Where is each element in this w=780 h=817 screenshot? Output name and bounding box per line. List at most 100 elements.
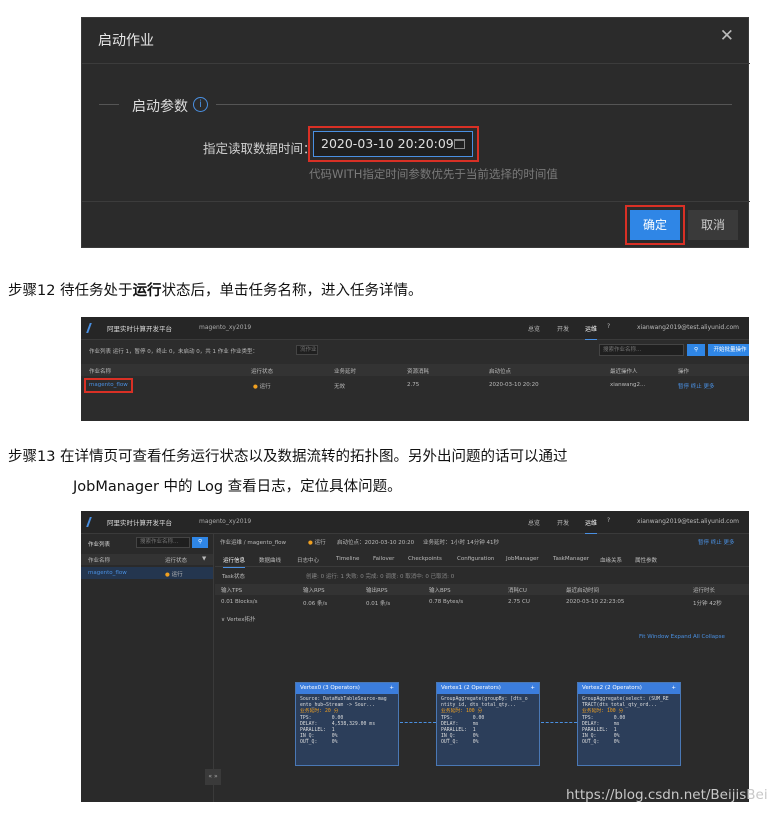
side-job-status: ● 运行 [165,572,183,578]
topology-controls[interactable]: Fit Window Expand All Collapse [639,634,725,640]
header-actions[interactable]: 暂停 终止 更多 [698,538,735,546]
nav-ops[interactable]: 运维 [585,324,598,340]
col-actions: 操作 [678,369,690,375]
info-icon[interactable]: i [193,97,208,112]
tab-failover[interactable]: Failover [373,556,394,562]
vertex2-lag: 业务延时: 100 分 [582,709,624,715]
metric-head: 消耗CU [508,588,527,594]
help-icon[interactable]: ? [607,323,610,330]
search-button[interactable]: ⚲ [192,537,208,548]
batch-button[interactable]: 开始批量操作 [708,344,749,356]
metrics-header: 输入TPS 输入RPS 输出RPS 输入BPS 消耗CU 最近启动时间 运行时长 [215,584,749,595]
biz-delay: 业务延时：1小时 14分钟 41秒 [423,540,499,546]
collapse-toggle[interactable]: « » [205,769,221,785]
side-col-status: 运行状态 [165,558,188,564]
metric-value: 2.75 CU [508,599,530,605]
tab-timeline[interactable]: Timeline [336,556,359,562]
vertex0-node[interactable]: Vertex0 (3 Operators) + Source: DataHubTa… [295,682,399,766]
section-title: 启动参数 [132,99,188,115]
user-account[interactable]: xianwang2019@test.aliyunid.com [637,518,739,525]
tab-lineage[interactable]: 血缘关系 [600,556,622,564]
side-job-name[interactable]: magento_flow [88,570,127,576]
dialog-title: 启动作业 [98,33,154,49]
project-name[interactable]: magento_xy2019 [199,324,251,331]
hint-text: 代码WITH指定时间参数优先于当前选择的时间值 [309,167,558,181]
tab-data-curve[interactable]: 数据曲线 [259,556,281,564]
metric-value: 2020-03-10 22:23:05 [566,599,625,605]
vertex1-title: Vertex1 (2 Operators) + [437,683,539,694]
metric-head: 输入RPS [303,588,325,594]
tab-properties[interactable]: 属性参数 [635,556,657,564]
vertex1-node[interactable]: Vertex1 (2 Operators) + GroupAggregate(gr… [436,682,540,766]
metric-value: 1分钟 42秒 [693,601,722,607]
help-icon[interactable]: ? [607,517,610,524]
watermark: https://blog.csdn.net/BeijisBei [566,787,768,803]
col-status: 运行状态 [251,369,274,375]
status-badge: ● 运行 [253,384,271,390]
start-time-input[interactable]: 2020-03-10 20:20:09 [313,131,473,157]
search-button[interactable]: ⚲ [687,344,705,356]
tab-jobmanager[interactable]: JobManager [506,556,539,562]
user-account[interactable]: xianwang2019@test.aliyunid.com [637,324,739,331]
vertex0-source: Source: DataHubTableSource-mag ento_hub→… [300,697,387,709]
list-item[interactable]: magento_flow ● 运行 [81,567,213,579]
top-bar: 阿里实时计算开发平台 magento_xy2019 总览 开发 运维 ? xia… [81,511,749,534]
vertex2-source: GroupAggregate(select: (SUM_RE TRACT(dts… [582,697,669,709]
vertex1-lag: 业务延时: 100 分 [441,709,483,715]
breadcrumb[interactable]: 作业运维 / magento_flow [220,538,286,546]
tab-log-center[interactable]: 日志中心 [297,556,319,564]
nav-develop[interactable]: 开发 [557,518,569,527]
topology-title-text: Vertex拓扑 [226,617,256,623]
confirm-button[interactable]: 确定 [630,210,680,240]
job-list-screenshot: 阿里实时计算开发平台 magento_xy2019 总览 开发 运维 ? xia… [81,317,749,421]
status-text: 运行 [314,540,326,546]
col-name: 作业名称 [89,369,112,375]
status-badge: ● 运行 [308,540,326,546]
top-bar: 阿里实时计算开发平台 magento_xy2019 总览 开发 运维 ? xia… [81,317,749,340]
job-name-link[interactable]: magento_flow [89,382,128,388]
job-type-select[interactable]: 流作业 [296,345,318,355]
nav-overview[interactable]: 总览 [528,518,540,527]
metric-value: 0.01 Blocks/s [221,599,258,605]
cancel-button[interactable]: 取消 [688,210,738,240]
nav-ops[interactable]: 运维 [585,518,598,534]
expand-icon[interactable]: + [671,683,680,694]
vertex1-stats: TPS: 0.00 DELAY: ms PARALLEL: 1 IN_Q: 0%… [441,715,485,746]
sidebar-title: 作业列表 [88,542,111,548]
vertex2-title-text: Vertex2 (2 Operators) [582,685,642,691]
tab-taskmanager[interactable]: TaskManager [553,556,589,562]
metric-value: 0.01 条/s [366,601,391,607]
row-actions[interactable]: 暂停 终止 更多 [678,382,715,390]
status-text: 运行 [259,384,271,390]
task-counts: 创建: 0 运行: 1 失败: 0 完成: 0 调度: 0 取消中: 0 已取消… [306,574,455,580]
tab-configuration[interactable]: Configuration [457,556,494,562]
nav-develop[interactable]: 开发 [557,324,569,333]
vertex0-title: Vertex0 (3 Operators) + [296,683,398,694]
topology-title[interactable]: ∨ Vertex拓扑 [221,615,255,623]
vertex0-stats: TPS: 0.00 DELAY: 4,538,329.00 ms PARALLE… [300,715,376,746]
col-start: 启动位点 [489,369,512,375]
start-time-label: 指定读取数据时间： [203,141,316,156]
vertex1-title-text: Vertex1 (2 Operators) [441,685,501,691]
close-icon[interactable]: ✕ [720,26,734,46]
operator-value: xianwang2... [610,382,646,388]
nav-overview[interactable]: 总览 [528,324,540,333]
project-name[interactable]: magento_xy2019 [199,518,251,525]
tab-run-info[interactable]: 运行信息 [223,556,246,568]
task-status-label: Task状态 [222,574,245,580]
filter-icon[interactable]: ▼ [202,556,206,562]
vertex2-body: GroupAggregate(select: (SUM_RE TRACT(dts… [578,694,680,750]
metric-head: 最近启动时间 [566,588,600,594]
filter-summary: 作业列表 运行 1，暂停 0，终止 0，未启动 0，共 1 作业 作业类型： [89,349,258,355]
edge-line [541,722,577,723]
logo-icon [86,323,102,333]
calendar-icon[interactable] [454,139,465,149]
step-12-text: 步骤12 待任务处于运行状态后，单击任务名称，进入任务详情。 [8,281,423,301]
metric-head: 输入TPS [221,588,243,594]
job-search-input[interactable]: 搜索作业名称... [599,344,684,356]
vertex2-node[interactable]: Vertex2 (2 Operators) + GroupAggregate(se… [577,682,681,766]
expand-icon[interactable]: + [389,683,398,694]
expand-icon[interactable]: + [530,683,539,694]
sidebar-search-input[interactable]: 搜索作业名称... [136,537,190,548]
tab-checkpoints[interactable]: Checkpoints [408,556,442,562]
